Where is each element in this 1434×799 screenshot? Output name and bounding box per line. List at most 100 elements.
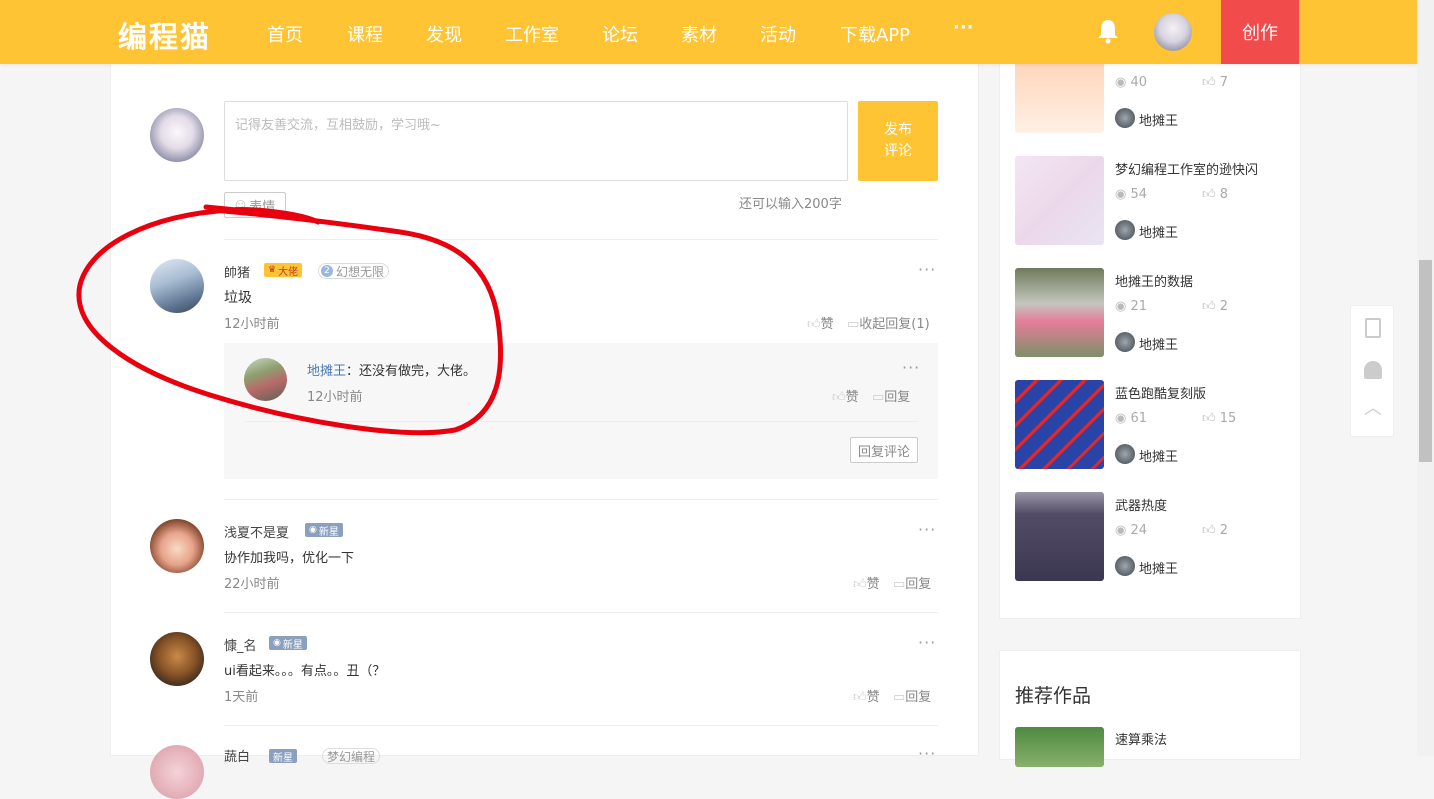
mobile-icon[interactable] bbox=[1365, 318, 1381, 338]
emoji-button[interactable]: ☺ 表情 bbox=[224, 192, 286, 218]
comment-avatar[interactable] bbox=[150, 745, 204, 799]
work-title[interactable]: 梦幻编程工作室的逊快闪 bbox=[1115, 159, 1258, 178]
studio-badge[interactable]: 梦幻编程 bbox=[322, 748, 381, 764]
publish-label-line1: 发布 bbox=[884, 122, 912, 138]
like-count: 👍︎ 7 bbox=[1202, 75, 1229, 90]
studio-badge[interactable]: 2 幻想无限 bbox=[318, 263, 390, 279]
nav-home[interactable]: 首页 bbox=[267, 21, 303, 47]
author-name[interactable]: 地摊王 bbox=[1139, 334, 1178, 353]
scrollbar-thumb[interactable] bbox=[1419, 260, 1432, 462]
reply-username[interactable]: 地摊王 bbox=[307, 364, 346, 379]
author-avatar bbox=[1115, 332, 1135, 352]
work-title[interactable]: 速算乘法 bbox=[1115, 729, 1167, 748]
reply-button[interactable]: ▭回复 bbox=[893, 686, 931, 705]
author-avatar bbox=[1115, 220, 1135, 240]
like-count: 👍︎ 2 bbox=[1202, 299, 1229, 314]
work-title[interactable]: 武器热度 bbox=[1115, 495, 1167, 514]
view-count: ◉ 54 bbox=[1115, 187, 1148, 202]
back-to-top-icon[interactable]: ︿ bbox=[1363, 399, 1383, 419]
star-icon: ◉ bbox=[273, 638, 281, 648]
reply-button[interactable]: ▭回复 bbox=[893, 573, 931, 592]
work-thumbnail[interactable] bbox=[1015, 156, 1104, 245]
reply-like-button[interactable]: 👍︎赞 bbox=[832, 386, 859, 405]
publish-comment-button[interactable]: 发布 评论 bbox=[858, 101, 938, 181]
divider bbox=[244, 421, 918, 422]
like-count: 👍︎ 15 bbox=[1202, 411, 1237, 426]
nav-more[interactable]: ··· bbox=[953, 17, 974, 38]
reply-avatar[interactable] bbox=[244, 358, 287, 401]
work-thumbnail[interactable] bbox=[1015, 727, 1104, 767]
nav-materials[interactable]: 素材 bbox=[681, 21, 717, 47]
crown-icon: ♛ bbox=[268, 265, 277, 275]
thumb-up-icon: 👍︎ bbox=[1202, 75, 1216, 90]
author-avatar bbox=[1115, 108, 1135, 128]
author-name[interactable]: 地摊王 bbox=[1139, 558, 1178, 577]
comment-username[interactable]: 慷_名 bbox=[224, 635, 257, 654]
comment-avatar[interactable] bbox=[150, 519, 204, 573]
rank-badge: ◉ 新星 bbox=[269, 636, 307, 651]
comment-more-button[interactable]: ··· bbox=[918, 520, 936, 539]
star-icon: ◉ bbox=[309, 525, 317, 535]
divider bbox=[224, 499, 938, 500]
work-thumbnail[interactable] bbox=[1015, 380, 1104, 469]
work-title[interactable]: 蓝色跑酷复刻版 bbox=[1115, 383, 1206, 402]
comment-avatar[interactable] bbox=[150, 632, 204, 686]
reply-icon: ▭ bbox=[847, 317, 860, 332]
eye-icon: ◉ bbox=[1115, 299, 1127, 314]
thumb-up-icon: 👍︎ bbox=[1202, 523, 1216, 538]
eye-icon: ◉ bbox=[1115, 411, 1127, 426]
work-thumbnail[interactable] bbox=[1015, 268, 1104, 357]
reply-reply-button[interactable]: ▭回复 bbox=[872, 386, 910, 405]
eye-icon: ◉ bbox=[1115, 523, 1127, 538]
view-count: ◉ 21 bbox=[1115, 299, 1148, 314]
reply-icon: ▭ bbox=[893, 690, 906, 705]
author-name[interactable]: 地摊王 bbox=[1139, 110, 1178, 129]
nav-forum[interactable]: 论坛 bbox=[602, 21, 638, 47]
reply-more-button[interactable]: ··· bbox=[902, 358, 920, 377]
divider bbox=[224, 612, 938, 613]
nav-download-app[interactable]: 下载APP bbox=[840, 21, 910, 47]
author-name[interactable]: 地摊王 bbox=[1139, 446, 1178, 465]
bell-icon[interactable] bbox=[1364, 361, 1382, 379]
thumb-up-icon: 👍︎ bbox=[832, 390, 846, 405]
thumb-up-icon: 👍︎ bbox=[1202, 411, 1216, 426]
emoji-icon: ☺ bbox=[234, 198, 247, 212]
top-navbar: 编程猫 首页 课程 发现 工作室 论坛 素材 活动 下载APP ··· 创作 bbox=[0, 0, 1417, 64]
work-thumbnail[interactable] bbox=[1015, 492, 1104, 581]
comment-username[interactable]: 浅夏不是夏 bbox=[224, 522, 289, 541]
comment-text: ui看起来。。。有点。。丑（？ bbox=[224, 664, 386, 679]
char-count: 还可以输入200字 bbox=[739, 197, 842, 212]
nav-courses[interactable]: 课程 bbox=[347, 21, 383, 47]
collapse-replies-button[interactable]: ▭收起回复(1) bbox=[847, 313, 930, 332]
comment-input[interactable]: 记得友善交流，互相鼓励，学习哦~ bbox=[224, 101, 848, 181]
comment-more-button[interactable]: ··· bbox=[918, 260, 936, 279]
work-title[interactable]: 地摊王的数据 bbox=[1115, 271, 1193, 290]
floating-toolbar: ︿ bbox=[1350, 305, 1394, 437]
create-button[interactable]: 创作 bbox=[1221, 0, 1299, 64]
view-count: ◉ 24 bbox=[1115, 523, 1148, 538]
reply-icon: ▭ bbox=[893, 577, 906, 592]
reply-comment-button[interactable]: 回复评论 bbox=[850, 437, 918, 463]
user-avatar[interactable] bbox=[1154, 13, 1192, 51]
like-button[interactable]: 👍︎赞 bbox=[853, 573, 880, 592]
nav-activities[interactable]: 活动 bbox=[760, 21, 796, 47]
bell-icon[interactable] bbox=[1096, 18, 1120, 44]
like-button[interactable]: 👍︎赞 bbox=[853, 686, 880, 705]
eye-icon: ◉ bbox=[1115, 75, 1127, 90]
comment-more-button[interactable]: ··· bbox=[918, 633, 936, 652]
level-icon: 2 bbox=[321, 265, 333, 277]
divider bbox=[224, 239, 938, 240]
like-button[interactable]: 👍︎赞 bbox=[807, 313, 834, 332]
reply-icon: ▭ bbox=[872, 390, 885, 405]
comment-time: 1天前 bbox=[224, 690, 259, 705]
comment-time: 22小时前 bbox=[224, 577, 280, 592]
comment-time: 12小时前 bbox=[224, 317, 280, 332]
recommend-title: 推荐作品 bbox=[1015, 685, 1092, 707]
nav-studio[interactable]: 工作室 bbox=[505, 21, 559, 47]
author-name[interactable]: 地摊王 bbox=[1139, 222, 1178, 241]
site-logo[interactable]: 编程猫 bbox=[118, 14, 211, 56]
comment-avatar[interactable] bbox=[150, 259, 204, 313]
comment-username[interactable]: 帥猪 bbox=[224, 262, 250, 281]
comment-more-button[interactable]: ··· bbox=[918, 744, 936, 763]
nav-discover[interactable]: 发现 bbox=[426, 21, 462, 47]
